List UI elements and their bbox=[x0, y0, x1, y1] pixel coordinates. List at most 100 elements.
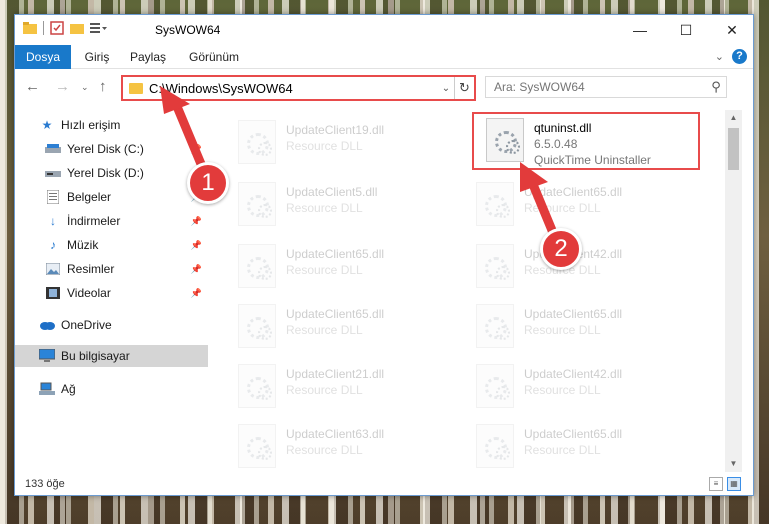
file-name: UpdateClient65.dll bbox=[286, 247, 385, 261]
list-item[interactable]: UpdateClient42.dll Resource DLL bbox=[464, 360, 694, 416]
toolbar-divider bbox=[43, 21, 44, 35]
sidebar-item-label: Belgeler bbox=[67, 190, 112, 204]
sidebar-item-network[interactable]: Ağ bbox=[15, 378, 208, 400]
scroll-up-icon[interactable]: ▲ bbox=[725, 110, 742, 126]
tab-file[interactable]: Dosya bbox=[15, 45, 71, 69]
sidebar-item-music[interactable]: ♪ Müzik 📌 bbox=[15, 234, 208, 256]
sidebar-item-downloads[interactable]: ↓ İndirmeler 📌 bbox=[15, 210, 208, 232]
forward-arrow-icon[interactable]: → bbox=[55, 78, 70, 95]
file-version: 6.5.0.48 bbox=[534, 137, 578, 151]
file-type: Resource DLL bbox=[286, 263, 363, 277]
list-item[interactable]: UpdateClient65.dll Resource DLL bbox=[464, 420, 694, 472]
sidebar-item-label: Hızlı erişim bbox=[61, 118, 121, 132]
list-item[interactable]: UpdateClient65.dll Resource DLL bbox=[226, 240, 456, 296]
details-view-icon[interactable]: ≡ bbox=[709, 477, 723, 491]
dll-file-icon bbox=[476, 244, 514, 288]
sidebar-item-label: Videolar bbox=[67, 286, 111, 300]
chevron-down-icon[interactable]: ⌄ bbox=[438, 83, 454, 94]
download-icon: ↓ bbox=[50, 214, 56, 228]
minimize-button[interactable]: — bbox=[617, 15, 663, 45]
maximize-button[interactable]: ☐ bbox=[663, 15, 709, 45]
file-name: UpdateClient19.dll bbox=[286, 123, 385, 137]
dll-file-icon bbox=[238, 364, 276, 408]
file-type: Resource DLL bbox=[286, 139, 363, 153]
file-type: Resource DLL bbox=[524, 323, 601, 337]
file-name: UpdateClient63.dll bbox=[286, 427, 385, 441]
vertical-scrollbar[interactable]: ▲ ▼ bbox=[725, 110, 742, 472]
step-badge-1: 1 bbox=[187, 162, 229, 204]
refresh-icon[interactable]: ↻ bbox=[454, 77, 474, 99]
list-item[interactable]: UpdateClient65.dll Resource DLL bbox=[464, 178, 694, 234]
customize-icon[interactable] bbox=[90, 22, 108, 34]
step-badge-2: 2 bbox=[540, 228, 582, 270]
list-item[interactable]: UpdateClient21.dll Resource DLL bbox=[226, 360, 456, 416]
scroll-down-icon[interactable]: ▼ bbox=[725, 456, 742, 472]
file-name: UpdateClient65.dll bbox=[524, 307, 623, 321]
dll-file-icon bbox=[238, 182, 276, 226]
sidebar-item-disk-d[interactable]: Yerel Disk (D:) bbox=[15, 162, 208, 184]
sidebar-item-label: İndirmeler bbox=[67, 214, 121, 228]
list-item[interactable]: UpdateClient65.dll Resource DLL bbox=[226, 300, 456, 356]
sidebar-item-videos[interactable]: Videolar 📌 bbox=[15, 282, 208, 304]
pin-icon: 📌 bbox=[190, 287, 202, 298]
quick-access-toolbar bbox=[23, 21, 108, 35]
list-item[interactable]: UpdateClient63.dll Resource DLL bbox=[226, 420, 456, 472]
status-bar: 133 öğe ≡ ▦ bbox=[15, 473, 753, 495]
file-name: UpdateClient65.dll bbox=[524, 427, 623, 441]
sidebar-item-pictures[interactable]: Resimler 📌 bbox=[15, 258, 208, 280]
expand-ribbon-icon[interactable]: ⌄ bbox=[715, 50, 724, 63]
recent-locations-icon[interactable]: ⌄ bbox=[81, 82, 89, 93]
file-type: Resource DLL bbox=[524, 383, 601, 397]
pin-icon: 📌 bbox=[190, 143, 202, 154]
file-description: QuickTime Uninstaller bbox=[534, 153, 651, 167]
drive-icon bbox=[45, 166, 61, 180]
dll-file-icon bbox=[238, 424, 276, 468]
properties-icon[interactable] bbox=[50, 21, 64, 35]
close-button[interactable]: ✕ bbox=[709, 15, 755, 45]
cloud-icon bbox=[39, 318, 55, 332]
sidebar-item-label: Bu bilgisayar bbox=[61, 349, 130, 363]
file-name: UpdateClient42.dll bbox=[524, 367, 623, 381]
file-type: Resource DLL bbox=[286, 201, 363, 215]
file-name: UpdateClient65.dll bbox=[524, 185, 623, 199]
list-item[interactable]: UpdateClient19.dll Resource DLL bbox=[226, 116, 456, 172]
sidebar-item-disk-c[interactable]: Yerel Disk (C:) 📌 bbox=[15, 138, 208, 160]
sidebar-item-label: Resimler bbox=[67, 262, 115, 276]
dll-file-icon bbox=[476, 304, 514, 348]
file-list: UpdateClient19.dll Resource DLL qtuninst.… bbox=[220, 110, 725, 472]
address-bar[interactable]: C:\Windows\SysWOW64 ⌄ ↻ bbox=[121, 75, 476, 101]
search-box[interactable]: ⚲ bbox=[485, 76, 727, 98]
drive-icon bbox=[45, 142, 61, 156]
large-icons-view-icon[interactable]: ▦ bbox=[727, 477, 741, 491]
file-name: UpdateClient65.dll bbox=[286, 307, 385, 321]
computer-icon bbox=[39, 349, 55, 363]
new-folder-icon[interactable] bbox=[70, 22, 84, 34]
list-item-qtuninst[interactable]: qtuninst.dll 6.5.0.48 QuickTime Uninstalle… bbox=[472, 112, 700, 170]
file-type: Resource DLL bbox=[286, 383, 363, 397]
file-name: UpdateClient21.dll bbox=[286, 367, 385, 381]
tab-share[interactable]: Paylaş bbox=[123, 45, 173, 69]
list-item[interactable]: UpdateClient5.dll Resource DLL bbox=[226, 178, 456, 234]
address-path[interactable]: C:\Windows\SysWOW64 bbox=[149, 81, 438, 96]
sidebar-item-onedrive[interactable]: OneDrive bbox=[15, 314, 208, 336]
scroll-thumb[interactable] bbox=[728, 128, 739, 170]
back-arrow-icon[interactable]: ← bbox=[25, 78, 40, 95]
sidebar-item-quick-access[interactable]: ★ Hızlı erişim bbox=[15, 114, 208, 136]
sidebar-item-label: Müzik bbox=[67, 238, 99, 252]
sidebar-item-documents[interactable]: Belgeler 📌 bbox=[15, 186, 208, 208]
item-count: 133 öğe bbox=[25, 478, 65, 490]
search-icon[interactable]: ⚲ bbox=[706, 79, 726, 95]
tab-home[interactable]: Giriş bbox=[77, 45, 117, 69]
navigation-pane: ★ Hızlı erişim Yerel Disk (C:) 📌 Yerel D… bbox=[15, 110, 208, 470]
sidebar-item-label: Yerel Disk (C:) bbox=[67, 142, 144, 156]
search-input[interactable] bbox=[494, 80, 706, 94]
list-item[interactable]: UpdateClient65.dll Resource DLL bbox=[464, 300, 694, 356]
sidebar-item-this-pc[interactable]: Bu bilgisayar bbox=[15, 345, 208, 367]
help-icon[interactable]: ? bbox=[732, 49, 747, 64]
sidebar-item-label: Yerel Disk (D:) bbox=[67, 166, 144, 180]
file-type: Resource DLL bbox=[524, 443, 601, 457]
pictures-icon bbox=[45, 262, 61, 276]
tab-view[interactable]: Görünüm bbox=[183, 45, 245, 69]
view-switcher: ≡ ▦ bbox=[709, 477, 741, 491]
up-arrow-icon[interactable]: ↑ bbox=[99, 78, 107, 95]
